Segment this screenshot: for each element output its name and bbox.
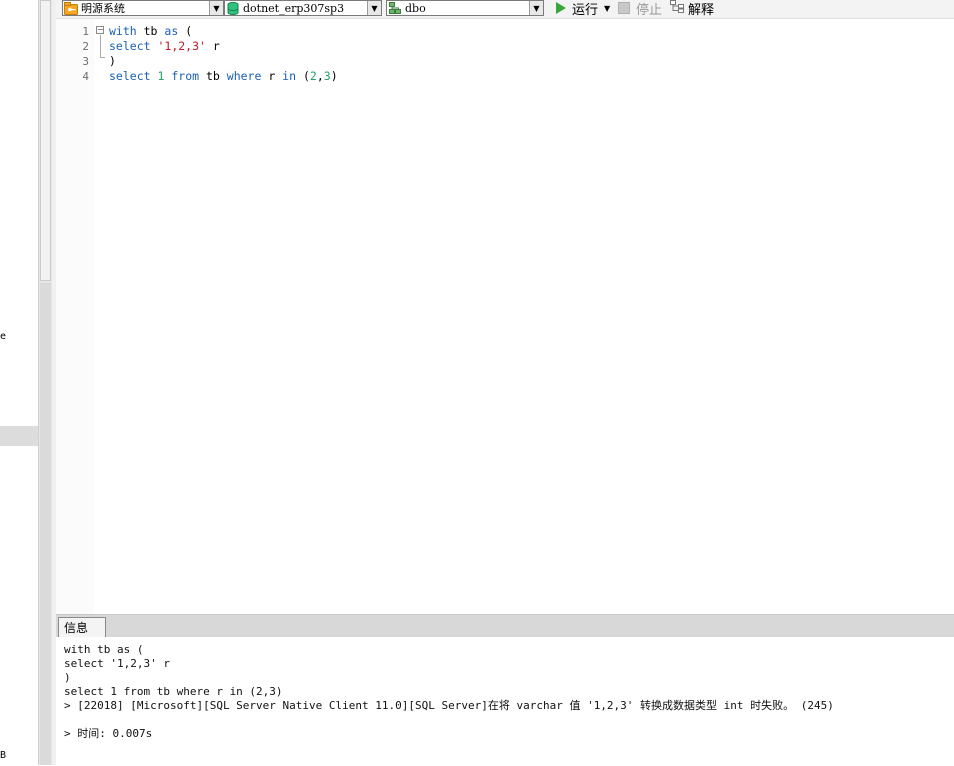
result-tab-bar: 信息 (56, 615, 954, 637)
error-message-line: > [22018] [Microsoft][SQL Server Native … (64, 699, 834, 712)
schema-select[interactable]: dbo ▼ (386, 0, 544, 16)
scrollbar-thumb[interactable] (40, 0, 51, 281)
stop-button[interactable]: 停止 (618, 0, 663, 18)
database-value: dotnet_erp307sp3 (243, 1, 345, 15)
database-select[interactable]: dotnet_erp307sp3 ▼ (224, 0, 382, 16)
explain-label: 解释 (688, 2, 715, 18)
line-number-gutter (56, 19, 94, 614)
tab-info[interactable]: 信息 (58, 617, 106, 637)
stop-icon (618, 2, 630, 14)
message-line: select 1 from tb where r in (2,3) (64, 685, 283, 698)
line-number: 4 (82, 70, 89, 83)
query-toolbar: 明源系统 ▼ dotnet_erp307sp3 ▼ dbo ▼ 运行 ▼ 停止 … (56, 0, 954, 19)
schema-value: dbo (405, 1, 426, 15)
connection-value: 明源系统 (81, 2, 125, 15)
code-line[interactable]: with tb as ( (109, 24, 192, 39)
explain-icon (670, 0, 686, 17)
explain-button[interactable]: 解释 (670, 0, 715, 18)
message-line: ) (64, 671, 71, 684)
stop-label: 停止 (636, 2, 663, 18)
run-label: 运行 (572, 2, 599, 18)
fold-toggle-icon[interactable]: − (96, 26, 104, 34)
schema-icon (387, 1, 403, 15)
code-line[interactable]: select '1,2,3' r (109, 39, 220, 54)
connection-select[interactable]: 明源系统 ▼ (62, 0, 224, 16)
chevron-down-icon[interactable]: ▼ (209, 1, 223, 15)
line-number: 3 (82, 55, 89, 68)
fold-guide (100, 35, 101, 57)
object-tree-pane: e B (0, 0, 38, 765)
chevron-down-icon[interactable]: ▼ (529, 1, 543, 15)
message-line: select '1,2,3' r (64, 657, 170, 670)
line-number: 2 (82, 40, 89, 53)
result-panel: 信息 with tb as (select '1,2,3' r) select 1… (56, 614, 954, 766)
fold-guide-end (100, 57, 105, 58)
tree-fragment-text: e (0, 331, 7, 342)
database-icon (225, 1, 241, 15)
code-line[interactable]: select 1 from tb where r in (2,3) (109, 69, 338, 84)
run-button[interactable]: 运行 ▼ (556, 0, 610, 18)
sql-editor[interactable]: − 1 with tb as ( 2 select '1,2,3' r 3 ) … (56, 19, 954, 614)
message-output[interactable]: with tb as (select '1,2,3' r) select 1 fr… (64, 643, 949, 741)
line-number: 1 (82, 25, 89, 38)
elapsed-time-line: > 时间: 0.007s (64, 727, 153, 740)
tree-selected-row[interactable] (0, 426, 38, 446)
tree-fragment-text: B (0, 750, 7, 761)
folder-key-icon (63, 1, 79, 15)
message-line: with tb as ( (64, 643, 144, 656)
scrollbar-track[interactable] (40, 283, 51, 765)
chevron-down-icon[interactable]: ▼ (604, 4, 610, 13)
tree-scrollbar[interactable] (38, 0, 53, 765)
play-icon (556, 2, 566, 14)
message-line (64, 713, 949, 727)
code-line[interactable]: ) (109, 54, 116, 69)
chevron-down-icon[interactable]: ▼ (367, 1, 381, 15)
